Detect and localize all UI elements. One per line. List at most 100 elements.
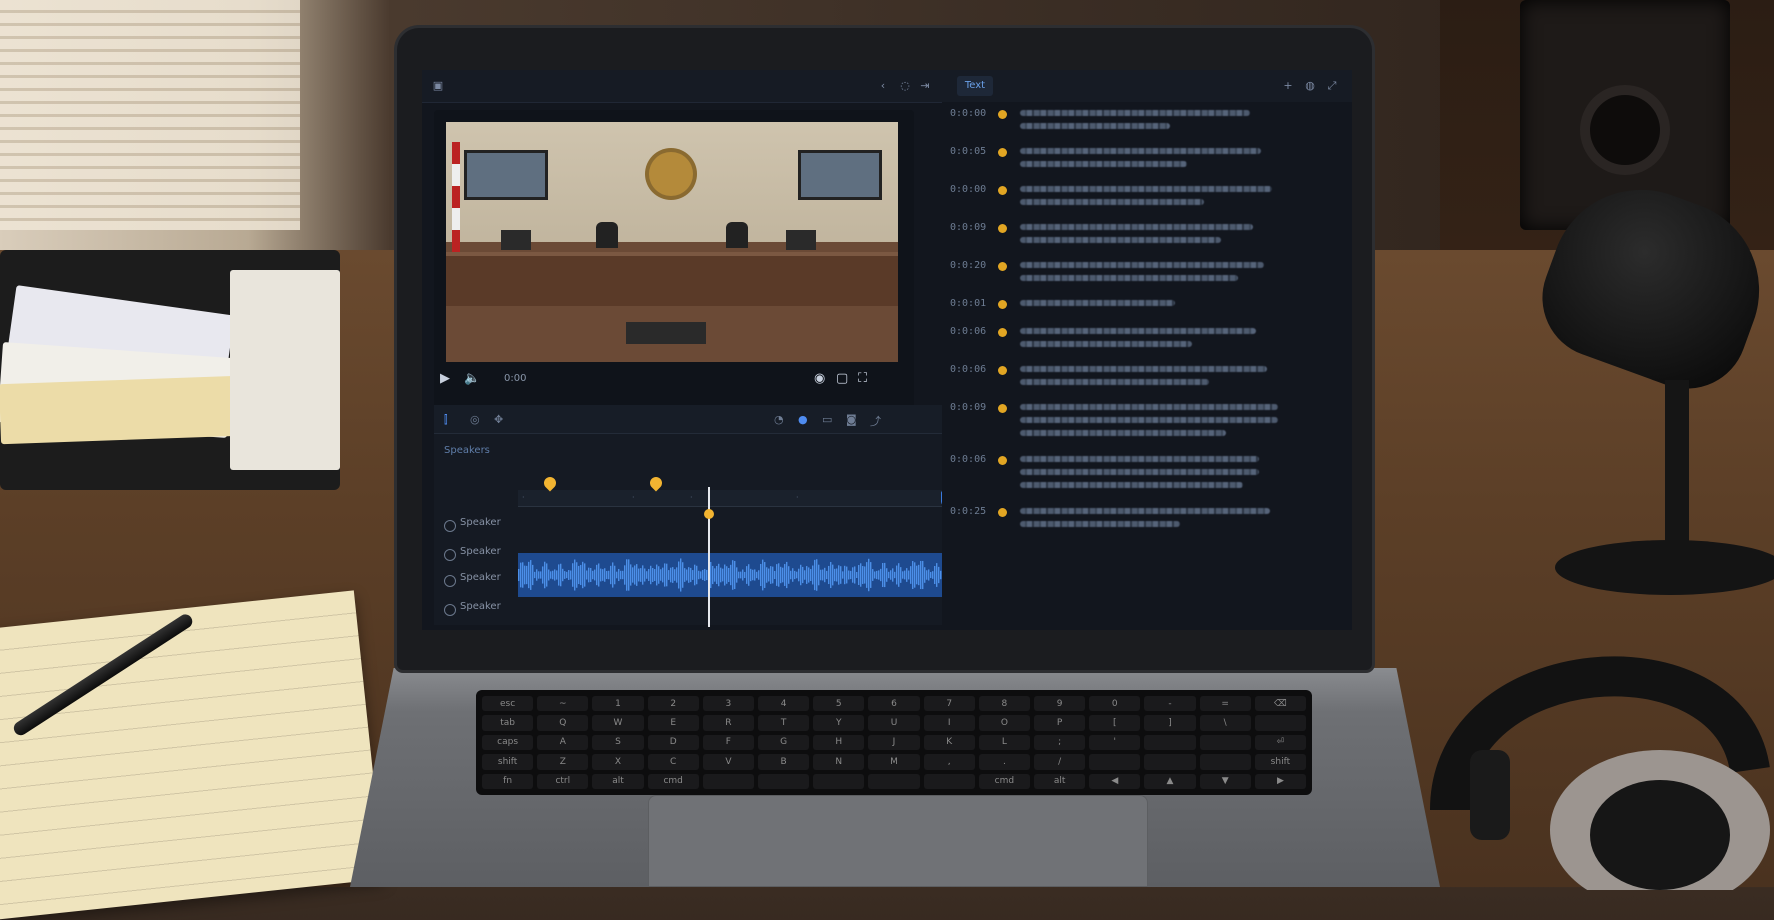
transcript-timestamp[interactable]: 0:0:06 <box>950 454 986 465</box>
share-icon[interactable]: ⤴ <box>870 413 881 429</box>
key[interactable] <box>1199 734 1251 751</box>
key[interactable]: 5 <box>813 696 865 712</box>
key[interactable]: . <box>978 754 1030 770</box>
chat-icon[interactable]: ◙ <box>846 413 857 426</box>
key[interactable]: 3 <box>702 696 754 712</box>
key[interactable]: 6 <box>868 696 920 712</box>
key[interactable] <box>1144 734 1196 751</box>
play-icon[interactable]: ▶ <box>440 371 450 386</box>
transcript-timestamp[interactable]: 0:0:20 <box>950 260 986 271</box>
key[interactable]: Y <box>813 715 865 731</box>
transcript-timestamp[interactable]: 0:0:09 <box>950 402 986 413</box>
speaker-icon[interactable]: ● <box>798 413 808 426</box>
transcript-timestamp[interactable]: 0:0:25 <box>950 506 986 517</box>
tab-text[interactable]: Text <box>957 76 993 96</box>
key[interactable] <box>1254 715 1306 731</box>
key[interactable]: fn <box>482 773 534 789</box>
key[interactable] <box>1199 754 1251 770</box>
key[interactable]: 9 <box>1034 696 1086 712</box>
trim-icon[interactable]: ⫿ <box>444 413 448 427</box>
key[interactable]: ▼ <box>1199 773 1251 789</box>
key[interactable]: - <box>1144 696 1196 712</box>
key[interactable]: 8 <box>978 696 1030 712</box>
key[interactable]: cmd <box>647 773 699 789</box>
key[interactable]: C <box>647 754 699 770</box>
key[interactable]: ctrl <box>537 773 589 789</box>
transcript-timestamp[interactable]: 0:0:00 <box>950 108 986 119</box>
key[interactable]: shift <box>482 754 534 770</box>
key[interactable]: ~ <box>537 696 589 712</box>
key[interactable]: \ <box>1199 715 1251 731</box>
transcript-timestamp[interactable]: 0:0:00 <box>950 184 986 195</box>
key[interactable]: K <box>923 734 975 751</box>
caption-icon[interactable]: ▭ <box>822 413 832 426</box>
key[interactable]: esc <box>482 696 534 712</box>
add-icon[interactable]: + <box>1282 80 1294 92</box>
expand-icon[interactable]: ⤢ <box>1326 80 1338 92</box>
key[interactable]: G <box>758 734 810 751</box>
key[interactable] <box>868 773 920 789</box>
key[interactable]: ; <box>1034 734 1086 751</box>
transcript-timestamp[interactable]: 0:0:06 <box>950 326 986 337</box>
key[interactable]: tab <box>482 715 534 731</box>
marker-pin[interactable] <box>541 474 559 492</box>
sidebar-toggle-icon[interactable]: ▣ <box>432 80 444 92</box>
key[interactable]: [ <box>1089 715 1141 731</box>
key[interactable]: 7 <box>923 696 975 712</box>
transcript-timestamp[interactable]: 0:0:05 <box>950 146 986 157</box>
key[interactable]: ◀ <box>1089 773 1141 789</box>
playhead-handle[interactable] <box>704 509 714 519</box>
key[interactable]: P <box>1034 715 1086 731</box>
key[interactable]: N <box>813 754 865 770</box>
key[interactable]: = <box>1199 696 1251 712</box>
key[interactable]: alt <box>592 773 644 789</box>
playhead[interactable] <box>708 487 710 627</box>
key[interactable]: , <box>923 754 975 770</box>
key[interactable]: ⏎ <box>1254 734 1306 751</box>
key[interactable] <box>758 773 810 789</box>
key[interactable]: J <box>868 734 920 751</box>
key[interactable]: Z <box>537 754 589 770</box>
key[interactable]: 4 <box>758 696 810 712</box>
key[interactable]: L <box>978 734 1030 751</box>
key[interactable]: shift <box>1254 754 1306 770</box>
key[interactable]: ⌫ <box>1254 696 1306 712</box>
transcript-timestamp[interactable]: 0:0:09 <box>950 222 986 233</box>
key[interactable]: V <box>702 754 754 770</box>
pip-icon[interactable]: ▢ <box>836 371 848 386</box>
export-icon[interactable]: ⇥ <box>919 80 931 92</box>
split-icon[interactable]: ✥ <box>494 413 503 426</box>
settings-icon[interactable]: ◉ <box>814 371 825 386</box>
transcript-timestamp[interactable]: 0:0:06 <box>950 364 986 375</box>
record-icon[interactable]: ◎ <box>470 413 480 426</box>
audio-waveform[interactable] <box>518 553 948 597</box>
comment-icon[interactable]: ◔ <box>774 413 784 426</box>
key[interactable] <box>813 773 865 789</box>
key[interactable]: D <box>647 734 699 751</box>
key[interactable]: I <box>923 715 975 731</box>
key[interactable] <box>923 773 975 789</box>
key[interactable]: / <box>1034 754 1086 770</box>
key[interactable]: R <box>702 715 754 731</box>
key[interactable]: 1 <box>592 696 644 712</box>
key[interactable]: ] <box>1144 715 1196 731</box>
key[interactable]: alt <box>1034 773 1086 789</box>
user-icon[interactable]: ◍ <box>1304 80 1316 92</box>
fullscreen-icon[interactable]: ⛶ <box>858 371 867 386</box>
key[interactable]: E <box>647 715 699 731</box>
key[interactable]: U <box>868 715 920 731</box>
key[interactable]: ▲ <box>1144 773 1196 789</box>
key[interactable]: 0 <box>1089 696 1141 712</box>
key[interactable]: T <box>758 715 810 731</box>
key[interactable] <box>1144 754 1196 770</box>
key[interactable]: 2 <box>647 696 699 712</box>
key[interactable]: B <box>758 754 810 770</box>
back-icon[interactable]: ‹ <box>877 80 889 92</box>
key[interactable]: M <box>868 754 920 770</box>
transcript-timestamp[interactable]: 0:0:01 <box>950 298 986 309</box>
timeline-ruler[interactable]: · · · · <box>518 490 948 507</box>
marker-pin[interactable] <box>647 474 665 492</box>
key[interactable]: caps <box>482 734 534 751</box>
video-player[interactable] <box>446 122 898 362</box>
key[interactable]: W <box>592 715 644 731</box>
